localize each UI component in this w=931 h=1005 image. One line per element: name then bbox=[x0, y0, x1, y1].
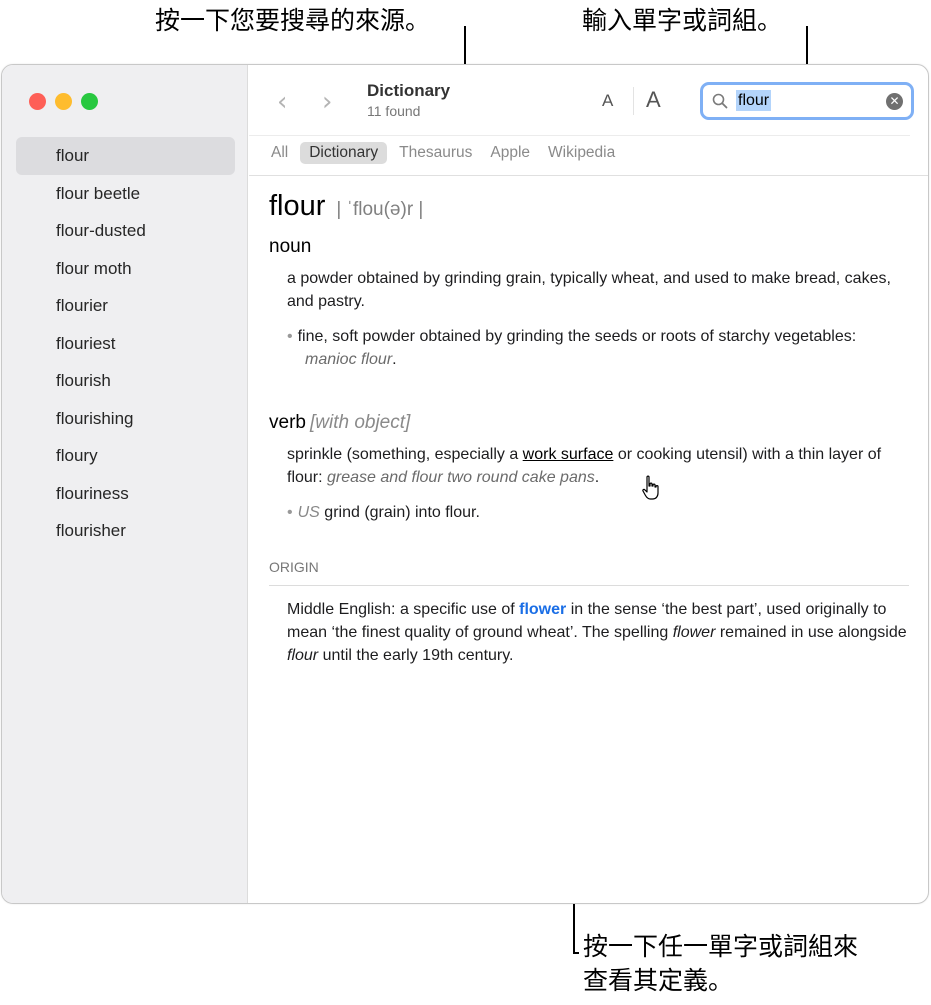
sidebar-item-flouriest[interactable]: flouriest bbox=[16, 325, 235, 363]
decrease-font-button[interactable]: A bbox=[602, 91, 613, 111]
verb-block: verb [with object] sprinkle (something, e… bbox=[269, 411, 909, 524]
font-size-divider bbox=[633, 87, 634, 115]
toolbar-divider bbox=[249, 135, 910, 136]
sidebar-item-flourier[interactable]: flourier bbox=[16, 287, 235, 325]
back-button[interactable]: ‹ bbox=[277, 87, 287, 117]
noun-subdefinition-end: . bbox=[392, 351, 397, 368]
verb-subdefinition-text[interactable]: grind (grain) into flour. bbox=[320, 504, 480, 521]
origin-part3[interactable]: remained in use alongside bbox=[715, 624, 907, 641]
tab-wikipedia[interactable]: Wikipedia bbox=[542, 142, 621, 164]
sidebar-item-flour-beetle[interactable]: flour beetle bbox=[16, 175, 235, 213]
word-list: flour flour beetle flour-dusted flour mo… bbox=[16, 137, 235, 550]
headword[interactable]: flour bbox=[269, 192, 325, 221]
dictionary-window: flour flour beetle flour-dusted flour mo… bbox=[1, 64, 929, 904]
work-surface-link[interactable]: work surface bbox=[523, 446, 614, 463]
callout-line-click-horizontal bbox=[573, 952, 579, 954]
sidebar-item-flour-dusted[interactable]: flour-dusted bbox=[16, 212, 235, 250]
verb-label: verb bbox=[269, 412, 306, 433]
search-input[interactable]: flour bbox=[736, 90, 772, 111]
verb-example[interactable]: grease and flour two round cake pans bbox=[327, 469, 595, 486]
tab-thesaurus[interactable]: Thesaurus bbox=[393, 142, 478, 164]
part-of-speech-noun: noun bbox=[269, 236, 312, 257]
sidebar-item-floury[interactable]: floury bbox=[16, 437, 235, 475]
source-tabs: All Dictionary Thesaurus Apple Wikipedia bbox=[265, 142, 621, 164]
callout-click-line2: 查看其定義。 bbox=[583, 966, 734, 995]
sidebar-item-flouriness[interactable]: flouriness bbox=[16, 475, 235, 513]
part-of-speech-verb: verb [with object] bbox=[269, 411, 909, 434]
tab-dictionary[interactable]: Dictionary bbox=[300, 142, 388, 164]
sidebar-item-flourishing[interactable]: flourishing bbox=[16, 400, 235, 438]
results-count: 11 found bbox=[367, 103, 421, 119]
search-icon bbox=[712, 93, 728, 109]
content-divider bbox=[249, 175, 928, 176]
noun-subdefinition[interactable]: • fine, soft powder obtained by grinding … bbox=[287, 325, 909, 371]
window-title: Dictionary bbox=[367, 81, 451, 100]
verb-grammar-note: [with object] bbox=[309, 412, 411, 433]
origin-heading: ORIGIN bbox=[269, 556, 909, 586]
noun-subdefinition-text[interactable]: fine, soft powder obtained by grinding t… bbox=[298, 328, 857, 345]
increase-font-button[interactable]: A bbox=[646, 87, 661, 113]
callout-click-word: 按一下任一單字或詞組來 查看其定義。 bbox=[583, 930, 858, 998]
noun-example[interactable]: manioc flour bbox=[305, 351, 392, 368]
sidebar-item-flour-moth[interactable]: flour moth bbox=[16, 250, 235, 288]
callout-enter-word: 輸入單字或詞組。 bbox=[582, 6, 783, 35]
origin-part1[interactable]: Middle English: a specific use of bbox=[287, 601, 519, 618]
tab-apple[interactable]: Apple bbox=[484, 142, 536, 164]
pointer-hand-icon bbox=[642, 475, 659, 500]
noun-definition[interactable]: a powder obtained by grinding grain, typ… bbox=[287, 267, 909, 313]
minimize-window-button[interactable] bbox=[55, 93, 72, 110]
clear-search-icon[interactable]: ✕ bbox=[886, 93, 903, 110]
sidebar-item-flourish[interactable]: flourish bbox=[16, 362, 235, 400]
bullet: • bbox=[287, 504, 293, 521]
sidebar-item-flourisher[interactable]: flourisher bbox=[16, 512, 235, 550]
verb-definition-part1[interactable]: sprinkle (something, especially a bbox=[287, 446, 523, 463]
origin-italic-flour[interactable]: flour bbox=[287, 647, 318, 664]
flower-link[interactable]: flower bbox=[519, 601, 566, 618]
sidebar: flour flour beetle flour-dusted flour mo… bbox=[2, 65, 248, 903]
bullet: • bbox=[287, 328, 293, 345]
usage-label: US bbox=[297, 504, 320, 521]
tab-all[interactable]: All bbox=[265, 142, 294, 164]
verb-example-end: . bbox=[594, 469, 600, 486]
close-window-button[interactable] bbox=[29, 93, 46, 110]
verb-definition[interactable]: sprinkle (something, especially a work s… bbox=[287, 443, 909, 489]
origin-part4[interactable]: until the early 19th century. bbox=[318, 647, 514, 664]
origin-text[interactable]: Middle English: a specific use of flower… bbox=[287, 598, 909, 667]
verb-subdefinition[interactable]: • US grind (grain) into flour. bbox=[287, 501, 909, 524]
headword-line: flour | ˈflou(ə)r | bbox=[269, 192, 909, 221]
origin-italic-flower[interactable]: flower bbox=[673, 624, 716, 641]
pronunciation: | ˈflou(ə)r | bbox=[336, 199, 424, 220]
zoom-window-button[interactable] bbox=[81, 93, 98, 110]
main-pane: ‹ › Dictionary 11 found A A flour ✕ All … bbox=[249, 65, 928, 903]
callout-click-line1: 按一下任一單字或詞組來 bbox=[583, 932, 859, 961]
dictionary-entry: flour | ˈflou(ə)r | noun a powder obtain… bbox=[269, 192, 909, 667]
callout-sources: 按一下您要搜尋的來源。 bbox=[155, 6, 431, 35]
search-field[interactable]: flour ✕ bbox=[700, 82, 914, 120]
sidebar-item-flour[interactable]: flour bbox=[16, 137, 235, 175]
forward-button[interactable]: › bbox=[322, 87, 332, 117]
traffic-lights bbox=[29, 93, 98, 110]
